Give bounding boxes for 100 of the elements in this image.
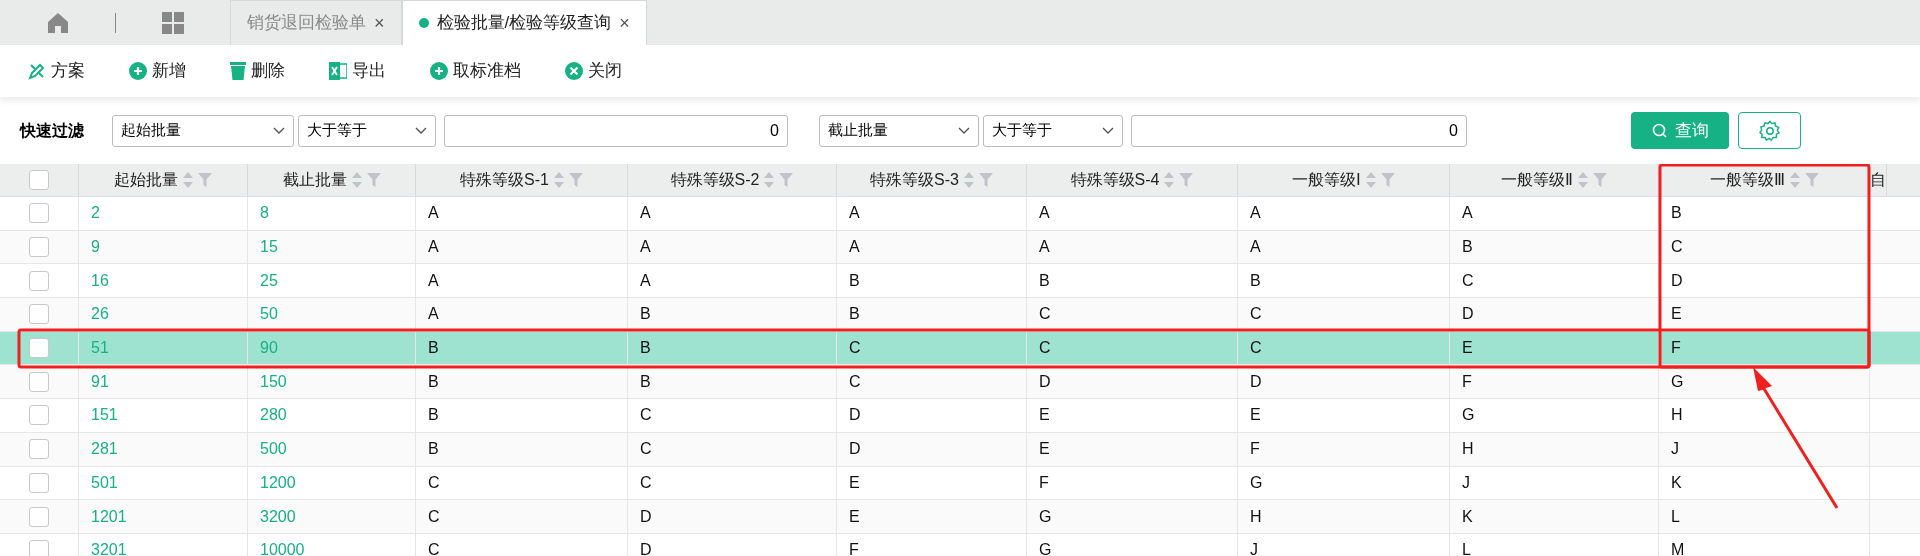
- filter-icon[interactable]: [198, 173, 212, 187]
- checkbox[interactable]: [29, 338, 49, 359]
- filter-icon[interactable]: [1804, 173, 1819, 187]
- table-cell: C: [1027, 298, 1238, 331]
- sort-icon[interactable]: [552, 171, 565, 189]
- table-cell: L: [1450, 533, 1659, 556]
- table-cell: 91: [79, 365, 248, 399]
- settings-icon: [1758, 119, 1781, 142]
- column-header[interactable]: 自: [1870, 164, 1887, 196]
- filter-icon[interactable]: [978, 173, 993, 187]
- table-cell: E: [1659, 298, 1870, 331]
- toolbar-button[interactable]: 新增: [129, 58, 186, 84]
- settings-button[interactable]: [1738, 112, 1801, 149]
- table-row[interactable]: 2 8 A A A A A A B: [0, 197, 1920, 231]
- table-row[interactable]: 9 15 A A A A A B C: [0, 230, 1920, 265]
- table-cell: C: [837, 365, 1027, 399]
- table-cell: C: [416, 500, 628, 533]
- filter-icon[interactable]: [366, 173, 381, 187]
- checkbox[interactable]: [29, 472, 49, 493]
- table-cell: B: [416, 365, 628, 399]
- checkbox[interactable]: [29, 506, 49, 527]
- table-row[interactable]: 1201 3200 C D E G H K L: [0, 500, 1920, 534]
- checkbox[interactable]: [29, 405, 49, 426]
- table-cell: F: [837, 533, 1027, 556]
- table-cell: B: [416, 331, 628, 365]
- sort-icon[interactable]: [763, 171, 776, 189]
- column-header[interactable]: 截止批量: [248, 164, 416, 196]
- table-row[interactable]: 16 25 A A B B B C D: [0, 264, 1920, 299]
- dropdown[interactable]: 截止批量: [819, 114, 979, 147]
- table-cell: D: [837, 399, 1027, 432]
- table-cell: 90: [248, 331, 416, 365]
- filter-icon[interactable]: [1381, 173, 1395, 187]
- spreadsheet-icon: [329, 62, 347, 80]
- table-cell: C: [837, 331, 1027, 365]
- table-cell: 281: [79, 432, 248, 466]
- filter-icon[interactable]: [1593, 173, 1607, 187]
- grid-icon[interactable]: [162, 11, 184, 34]
- filter-icon[interactable]: [568, 173, 583, 187]
- close-icon[interactable]: ×: [374, 9, 385, 37]
- table-cell: 15: [248, 230, 416, 264]
- sort-icon[interactable]: [182, 171, 194, 189]
- sort-icon[interactable]: [962, 171, 975, 189]
- sort-icon[interactable]: [1163, 171, 1176, 189]
- table-cell: H: [1450, 432, 1659, 466]
- table-cell: B: [416, 399, 628, 432]
- chevron-down-icon: [958, 126, 970, 135]
- filter-icon[interactable]: [779, 173, 794, 187]
- sort-icon[interactable]: [350, 171, 363, 189]
- column-header[interactable]: 特殊等级S-4: [1027, 164, 1238, 196]
- dropdown[interactable]: 大于等于: [983, 114, 1123, 147]
- plus-circle-icon: [129, 62, 147, 80]
- column-header[interactable]: 起始批量: [79, 164, 248, 196]
- table-row[interactable]: 501 1200 C C E F G J K: [0, 466, 1920, 501]
- table-row[interactable]: 281 500 B C D E F H J: [0, 432, 1920, 467]
- sort-icon[interactable]: [1577, 171, 1589, 189]
- table-row[interactable]: 91 150 B B C D D F G: [0, 365, 1920, 400]
- column-header[interactable]: 一般等级Ⅲ: [1659, 164, 1870, 196]
- checkbox[interactable]: [29, 304, 49, 325]
- column-header[interactable]: 一般等级Ⅰ: [1238, 164, 1450, 196]
- toolbar-button[interactable]: 方案: [28, 58, 85, 84]
- tab-label: 检验批量/检验等级查询: [436, 12, 612, 35]
- filter-icon[interactable]: [1179, 173, 1194, 187]
- table-cell: 151: [79, 399, 248, 432]
- dropdown[interactable]: 起始批量: [112, 114, 294, 147]
- home-icon[interactable]: [46, 11, 69, 34]
- table-cell: D: [1027, 365, 1238, 399]
- checkbox[interactable]: [29, 170, 49, 190]
- table-row[interactable]: 26 50 A B B C C D E: [0, 298, 1920, 332]
- tab[interactable]: 检验批量/检验等级查询 ×: [401, 0, 647, 45]
- column-header[interactable]: 一般等级Ⅱ: [1450, 164, 1659, 196]
- checkbox[interactable]: [29, 540, 49, 556]
- table-cell: C: [416, 533, 628, 556]
- table-cell: A: [837, 197, 1027, 230]
- checkbox[interactable]: [29, 270, 49, 291]
- table-cell: F: [1450, 365, 1659, 399]
- column-header[interactable]: 特殊等级S-1: [416, 164, 628, 196]
- checkbox[interactable]: [29, 237, 49, 258]
- input-field[interactable]: 0: [444, 114, 788, 147]
- table-cell: A: [628, 264, 837, 298]
- checkbox[interactable]: [29, 439, 49, 460]
- tab[interactable]: 销货退回检验单 ×: [230, 0, 402, 45]
- checkbox[interactable]: [29, 371, 49, 392]
- sort-icon[interactable]: [1365, 171, 1377, 189]
- table-cell: C: [1450, 264, 1659, 298]
- toolbar-button[interactable]: 导出: [329, 58, 386, 84]
- table-cell: F: [1027, 466, 1238, 500]
- toolbar-button[interactable]: 取标准档: [430, 58, 521, 84]
- column-header[interactable]: 特殊等级S-2: [628, 164, 837, 196]
- checkbox[interactable]: [29, 203, 49, 224]
- toolbar-button[interactable]: 删除: [230, 58, 285, 84]
- table-cell: C: [1238, 331, 1450, 365]
- toolbar-button[interactable]: 关闭: [565, 58, 622, 84]
- input-field[interactable]: 0: [1131, 114, 1467, 147]
- sort-icon[interactable]: [1788, 171, 1801, 189]
- column-header[interactable]: 特殊等级S-3: [837, 164, 1027, 196]
- table-row[interactable]: 151 280 B C D E E G H: [0, 399, 1920, 433]
- table-row[interactable]: 51 90 B B C C C E F: [0, 331, 1920, 366]
- table-cell: 1200: [248, 466, 416, 500]
- close-icon[interactable]: ×: [619, 9, 630, 37]
- dropdown[interactable]: 大于等于: [298, 114, 436, 147]
